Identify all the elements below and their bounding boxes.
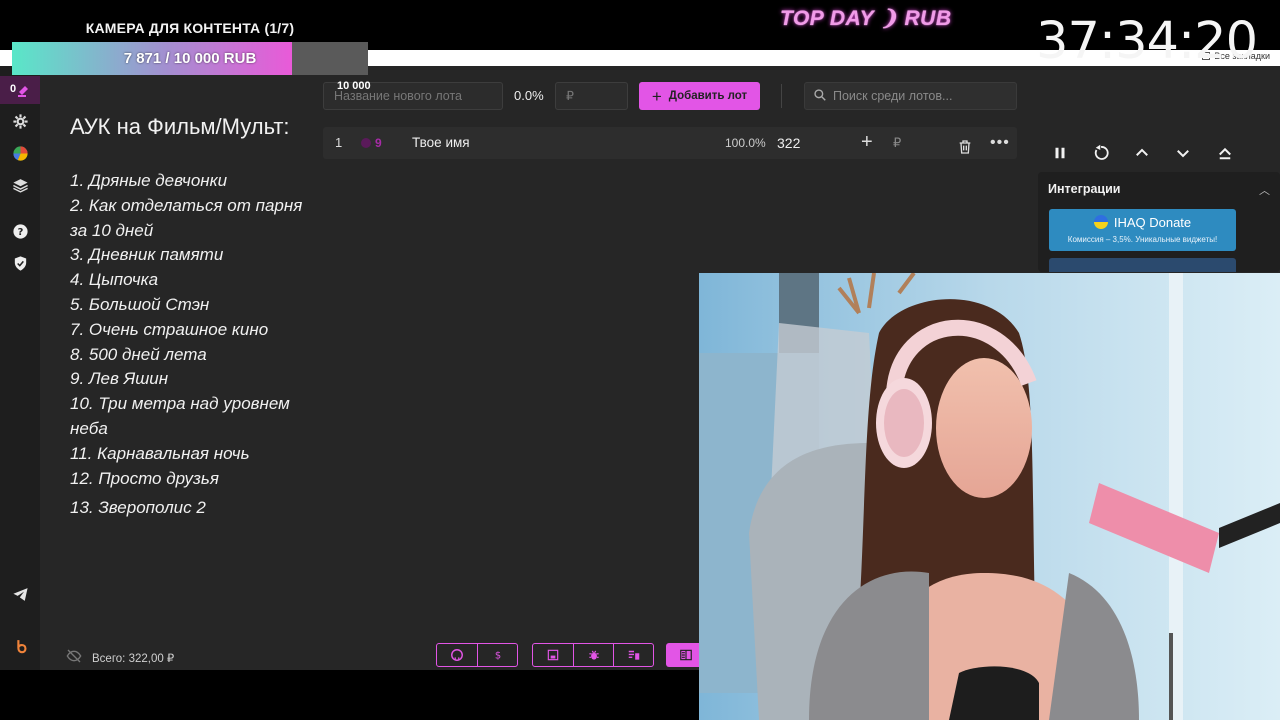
- lot-amount[interactable]: 322: [777, 127, 800, 159]
- layers-icon[interactable]: [10, 175, 30, 195]
- goal-progress-bar: 7 871 / 10 000 RUB: [12, 42, 368, 75]
- pie-chart-icon[interactable]: [10, 143, 30, 163]
- new-lot-percent: 0.0%: [514, 88, 544, 103]
- dollar-icon[interactable]: $: [477, 644, 517, 666]
- new-lot-amount-input[interactable]: [555, 82, 628, 110]
- goal-title: КАМЕРА ДЛЯ КОНТЕНТА (1/7): [85, 20, 295, 36]
- auction-timer: 37:34:20: [1036, 12, 1258, 71]
- left-rail: 0 ?: [0, 66, 40, 670]
- search-input[interactable]: [833, 89, 1013, 103]
- chevron-up-icon[interactable]: [1131, 142, 1153, 164]
- goal-progress-text: 7 871 / 10 000 RUB: [123, 50, 257, 67]
- chevron-down-icon[interactable]: [1172, 142, 1194, 164]
- list-item: 12. Просто друзья: [70, 468, 219, 488]
- plus-icon: +: [651, 86, 662, 106]
- lot-number: 1: [335, 135, 343, 150]
- github-icon[interactable]: [437, 644, 477, 666]
- delete-list-icon[interactable]: [613, 644, 653, 666]
- timer-controls: [1049, 142, 1239, 166]
- list-item: 2. Как отделаться от парня за 10 дней: [70, 195, 303, 240]
- notes-panel: АУК на Фильм/Мульт: 1. Дряные девчонки 2…: [40, 66, 322, 670]
- donate-name: IHAQ Donate: [1113, 215, 1192, 230]
- list-item: 4. Цыпочка: [70, 270, 159, 290]
- lot-name[interactable]: Твое имя: [412, 127, 470, 159]
- rail-active-item[interactable]: 0: [0, 76, 40, 104]
- lot-percent: 100.0%: [725, 136, 766, 150]
- list-item: 1. Дряные девчонки: [70, 171, 228, 190]
- list-item: 11. Карнавальная ночь: [70, 443, 250, 463]
- bottom-tool-group-1: $: [436, 643, 518, 667]
- webcam-feed: [699, 273, 1280, 720]
- notes-title: АУК на Фильм/Мульт:: [70, 114, 290, 139]
- add-amount-icon[interactable]: +: [861, 127, 873, 157]
- donate-subtitle: Комиссия – 3,5%. Уникальные виджеты!: [1067, 235, 1218, 244]
- add-lot-label: Добавить лот: [668, 90, 748, 102]
- search-icon: [813, 87, 827, 106]
- eject-icon[interactable]: [1214, 142, 1236, 164]
- total-value: 322,00 ₽: [128, 652, 175, 665]
- pause-icon[interactable]: [1049, 142, 1071, 164]
- lot-search[interactable]: [804, 82, 1017, 110]
- list-item: 8. 500 дней лета: [70, 344, 207, 364]
- list-item: 10. Три метра над уровнем неба: [70, 394, 290, 438]
- notes-list: 1. Дряные девчонки 2. Как отделаться от …: [70, 169, 310, 521]
- lot-index: 9: [375, 136, 382, 150]
- svg-text:$: $: [494, 651, 500, 662]
- integrations-card: Интеграции ︿ IHAQ Donate Комиссия – 3,5%…: [1038, 172, 1280, 272]
- list-item: 9. Лев Яшин: [70, 369, 169, 389]
- list-item: 13. Зверополис 2: [70, 498, 206, 518]
- list-item: 7. Очень страшное кино: [70, 319, 269, 339]
- lot-color-dot[interactable]: [361, 138, 371, 148]
- auction-icon: [16, 82, 32, 102]
- trash-icon[interactable]: [957, 135, 973, 154]
- next-integration-button[interactable]: [1049, 258, 1236, 272]
- bottom-tool-group-2: [532, 643, 654, 667]
- integrations-title: Интеграции: [1048, 182, 1121, 196]
- more-icon[interactable]: •••: [990, 127, 1010, 159]
- toolbar-divider: [781, 84, 782, 108]
- total-summary: Всего: 322,00 ₽: [66, 648, 174, 667]
- brand-logo-icon[interactable]: [10, 636, 30, 656]
- total-label: Всего:: [92, 652, 126, 665]
- chevron-up-icon[interactable]: ︿: [1259, 182, 1270, 198]
- list-item: 5. Большой Стэн: [70, 294, 210, 314]
- bug-icon[interactable]: [573, 644, 613, 666]
- goal-max-label: 10 000: [337, 80, 371, 92]
- bottom-black-strip: [0, 670, 699, 720]
- save-icon[interactable]: [533, 644, 573, 666]
- help-icon[interactable]: ?: [10, 221, 30, 241]
- ihaq-donate-button[interactable]: IHAQ Donate Комиссия – 3,5%. Уникальные …: [1049, 209, 1236, 251]
- list-item: 3. Дневник памяти: [70, 245, 224, 265]
- gear-icon[interactable]: [10, 111, 30, 131]
- add-lot-button[interactable]: + Добавить лот: [639, 82, 760, 110]
- restart-icon[interactable]: [1090, 142, 1112, 164]
- table-row[interactable]: 1 9 Твое имя 100.0% 322 + ₽ •••: [323, 127, 1017, 159]
- telegram-icon[interactable]: [10, 584, 30, 604]
- svg-text:?: ?: [17, 227, 23, 238]
- shield-check-icon[interactable]: [10, 253, 30, 273]
- eye-off-icon[interactable]: [66, 648, 82, 667]
- lot-currency[interactable]: ₽: [893, 127, 901, 159]
- flag-icon: [1093, 215, 1108, 229]
- top-day-banner: TOP DAY ❩ RUB: [780, 7, 952, 30]
